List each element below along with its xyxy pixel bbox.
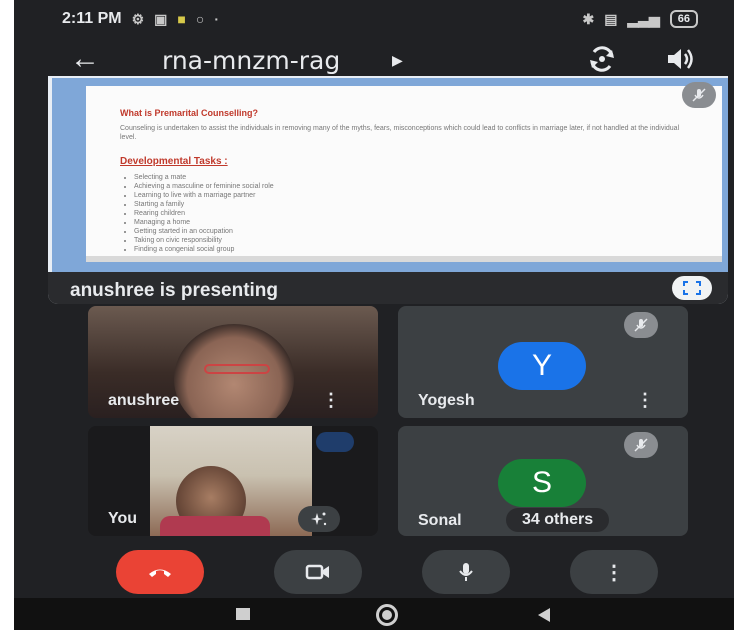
glasses xyxy=(204,364,270,374)
more-options-icon[interactable]: ⋮ xyxy=(636,390,654,411)
back-arrow-icon[interactable]: ← xyxy=(70,42,100,76)
sync-icon: ○ xyxy=(195,11,205,27)
participant-name: Sonal xyxy=(418,512,462,529)
status-bar: 2:11 PM ⚙ ▣ ■ ○ · ✱ ▤ ▂▃▅ 66 xyxy=(14,0,734,38)
microphone-toggle-button[interactable] xyxy=(422,550,510,594)
more-vert-icon: ⋮ xyxy=(604,561,624,584)
mic-off-icon xyxy=(624,432,658,458)
bluetooth-icon: ✱ xyxy=(582,10,595,27)
self-clothing xyxy=(160,516,270,536)
message-icon: ▣ xyxy=(154,10,168,27)
self-video xyxy=(150,426,312,536)
participant-name: Yogesh xyxy=(418,392,475,409)
slide-body: Counseling is undertaken to assist the i… xyxy=(120,125,680,141)
app-icon: ■ xyxy=(177,11,186,27)
hang-up-icon xyxy=(149,569,171,577)
slide-frame: What is Premarital Counselling? Counseli… xyxy=(52,78,728,272)
camera-toggle-button[interactable] xyxy=(274,550,362,594)
dot-icon: · xyxy=(214,11,219,27)
slide-heading: What is Premarital Counselling? xyxy=(120,108,259,118)
slide-list-item: Taking on civic responsibility xyxy=(134,236,722,245)
presenting-label: anushree is presenting xyxy=(70,280,279,301)
slide: What is Premarital Counselling? Counseli… xyxy=(86,86,722,262)
slide-subheading: Developmental Tasks : xyxy=(120,156,228,167)
meeting-code[interactable]: rna-mnzm-rag xyxy=(162,46,340,75)
more-options-icon[interactable]: ⋮ xyxy=(322,390,340,411)
end-call-button[interactable] xyxy=(116,550,204,594)
battery-icon: 66 xyxy=(669,10,698,28)
effects-sparkle-icon[interactable] xyxy=(298,506,340,532)
volte-icon: ▤ xyxy=(604,10,618,27)
slide-list-item: Achieving a masculine or feminine social… xyxy=(134,182,722,191)
nav-back-icon[interactable] xyxy=(538,608,550,622)
home-icon[interactable] xyxy=(376,604,398,626)
more-options-button[interactable]: ⋮ xyxy=(570,550,658,594)
call-controls: ⋮ xyxy=(14,546,734,598)
slide-list-item: Managing a home xyxy=(134,218,722,227)
switch-camera-icon[interactable] xyxy=(584,44,620,74)
mic-off-icon xyxy=(682,82,716,108)
signal-icon: ▂▃▅ xyxy=(627,10,660,27)
fullscreen-icon[interactable] xyxy=(672,276,712,300)
home-icon-inner xyxy=(382,610,392,620)
meet-screen: 2:11 PM ⚙ ▣ ■ ○ · ✱ ▤ ▂▃▅ 66 ← rna-mnzm-… xyxy=(14,0,734,630)
slide-list-item: Finding a congenial social group xyxy=(134,245,722,254)
mic-off-icon xyxy=(624,312,658,338)
status-left: 2:11 PM ⚙ ▣ ■ ○ · xyxy=(62,10,219,28)
speaker-icon[interactable] xyxy=(664,44,698,74)
presenting-label-bar: anushree is presenting xyxy=(48,272,728,304)
presentation-tile[interactable]: What is Premarital Counselling? Counseli… xyxy=(48,76,728,304)
slide-footer xyxy=(86,256,722,262)
slide-list-item: Learning to live with a marriage partner xyxy=(134,191,722,200)
others-count-badge[interactable]: 34 others xyxy=(506,508,610,532)
slide-list-item: Getting started in an occupation xyxy=(134,227,722,236)
android-nav-bar xyxy=(14,598,734,630)
meeting-details-arrow-icon[interactable]: ▶ xyxy=(392,52,403,69)
participant-tile-sonal[interactable]: S Sonal 34 others xyxy=(398,426,688,536)
notification-icon: ⚙ xyxy=(131,10,145,27)
slide-list-item: Selecting a mate xyxy=(134,173,722,182)
slide-list-item: Rearing children xyxy=(134,209,722,218)
participant-tile-yogesh[interactable]: Y Yogesh ⋮ xyxy=(398,306,688,418)
self-indicator xyxy=(316,432,354,452)
avatar: Y xyxy=(498,342,586,390)
participant-name: You xyxy=(108,510,138,527)
status-time: 2:11 PM xyxy=(62,10,122,27)
participant-tile-anushree[interactable]: anushree ⋮ xyxy=(88,306,378,418)
participant-name: anushree xyxy=(108,392,180,409)
camera-icon xyxy=(305,564,329,580)
slide-list: Selecting a mate Achieving a masculine o… xyxy=(120,173,722,254)
slide-list-item: Starting a family xyxy=(134,200,722,209)
status-right: ✱ ▤ ▂▃▅ 66 xyxy=(582,10,698,28)
avatar: S xyxy=(498,459,586,507)
microphone-icon xyxy=(459,563,473,581)
recents-icon[interactable] xyxy=(236,608,250,620)
participant-tile-you[interactable]: You xyxy=(88,426,378,536)
